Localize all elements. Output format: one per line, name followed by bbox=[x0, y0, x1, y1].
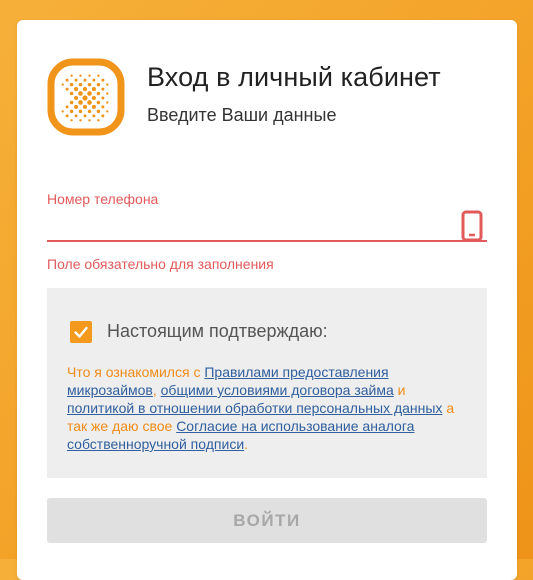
logo-dot bbox=[61, 83, 64, 86]
link-general-terms[interactable]: общими условиями договора займа bbox=[161, 382, 394, 398]
logo-dot bbox=[70, 74, 73, 77]
logo-dot bbox=[74, 78, 78, 82]
logo-dot bbox=[97, 119, 100, 122]
logo-dot bbox=[70, 119, 73, 122]
phone-field-label: Номер телефона bbox=[47, 191, 159, 207]
consent-checkbox[interactable] bbox=[70, 321, 92, 343]
link-privacy-policy[interactable]: политикой в отношении обработки персонал… bbox=[67, 400, 442, 416]
logo-dot bbox=[87, 109, 92, 114]
mobile-phone-icon bbox=[461, 210, 483, 242]
logo-dot bbox=[91, 95, 96, 101]
logo-dot bbox=[78, 109, 83, 114]
consent-text: Что я ознакомился с Правилами предоставл… bbox=[67, 363, 467, 453]
logo-dot bbox=[96, 82, 101, 87]
logo-dot bbox=[74, 114, 78, 118]
logo-dot bbox=[78, 91, 83, 96]
logo-dot bbox=[65, 114, 69, 118]
logo-dot bbox=[101, 105, 105, 109]
consent-title: Настоящим подтверждаю: bbox=[107, 321, 328, 341]
logo-dot bbox=[69, 100, 74, 105]
logo-dot bbox=[97, 74, 100, 77]
logo-dot bbox=[69, 82, 74, 87]
login-button[interactable]: ВОЙТИ bbox=[47, 498, 487, 543]
logo-dot bbox=[101, 78, 105, 82]
login-card: Вход в личный кабинет Введите Ваши данны… bbox=[17, 20, 517, 580]
logo-dot bbox=[96, 109, 101, 114]
logo-dot bbox=[65, 78, 69, 82]
logo-dot bbox=[83, 78, 87, 82]
logo-dot bbox=[87, 82, 92, 87]
page-subtitle: Введите Ваши данные bbox=[147, 105, 337, 125]
logo-dot bbox=[82, 95, 88, 101]
logo-dot bbox=[74, 87, 79, 92]
logo-dot bbox=[79, 74, 82, 77]
phone-error-message: Поле обязательно для заполнения bbox=[47, 256, 274, 272]
check-icon bbox=[74, 326, 88, 338]
consent-text-part: Что я ознакомился с bbox=[67, 364, 205, 380]
logo-dot bbox=[106, 92, 109, 95]
logo-dot bbox=[101, 96, 105, 100]
logo-dot bbox=[69, 91, 74, 96]
logo-dot bbox=[82, 104, 88, 109]
logo-dot bbox=[61, 110, 64, 113]
logo-dot bbox=[78, 100, 83, 105]
logo-dot bbox=[74, 104, 79, 109]
logo-dot bbox=[78, 82, 83, 87]
logo-dot bbox=[101, 114, 105, 118]
logo-dot bbox=[88, 74, 91, 77]
consent-text-part: и bbox=[393, 382, 406, 398]
logo-dot bbox=[96, 100, 101, 105]
logo-dot bbox=[96, 91, 101, 96]
logo-dot bbox=[106, 110, 109, 113]
logo-dot bbox=[65, 87, 69, 91]
logo-dot bbox=[83, 114, 87, 118]
logo-dot bbox=[92, 114, 96, 118]
brand-logo-icon bbox=[47, 58, 125, 136]
consent-panel: Настоящим подтверждаю: Что я ознакомился… bbox=[47, 288, 487, 478]
logo-dot bbox=[74, 95, 79, 101]
logo-dot bbox=[87, 91, 92, 96]
logo-dot bbox=[91, 104, 96, 109]
logo-dot bbox=[82, 87, 88, 92]
logo-dot bbox=[79, 119, 82, 122]
page-title: Вход в личный кабинет bbox=[147, 62, 441, 92]
logo-dot bbox=[91, 87, 96, 92]
logo-dot bbox=[88, 119, 91, 122]
logo-dot bbox=[65, 105, 69, 109]
logo-dot bbox=[101, 87, 105, 91]
consent-text-part: . bbox=[244, 436, 249, 452]
logo-dot bbox=[69, 109, 74, 114]
phone-input[interactable] bbox=[47, 208, 487, 242]
logo-dot bbox=[92, 78, 96, 82]
logo-dot bbox=[106, 101, 109, 104]
logo-dot bbox=[106, 83, 109, 86]
logo-dot bbox=[87, 100, 92, 105]
consent-text-part: , bbox=[152, 382, 161, 398]
